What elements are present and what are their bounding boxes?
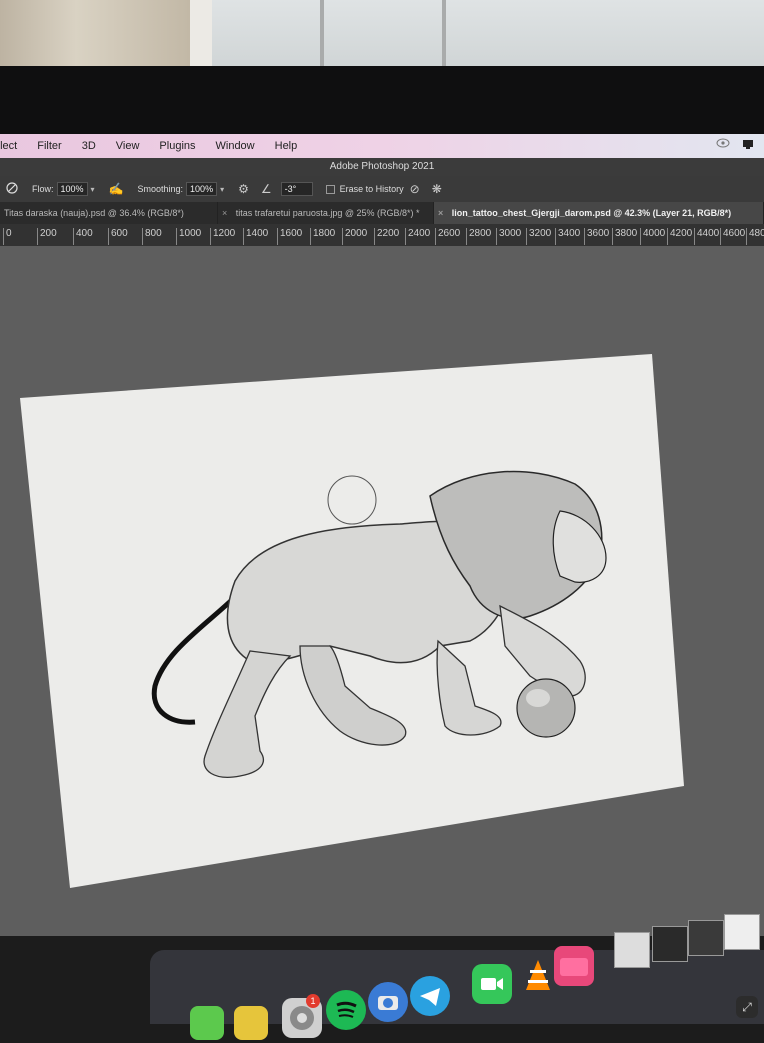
ruler-tick: 1200: [210, 228, 235, 245]
vlc-icon[interactable]: [518, 956, 558, 996]
ruler-tick: 1000: [176, 228, 201, 245]
tool-options-bar: Flow: 100% ▾ ✍ Smoothing: 100% ▾ ⚙ ∠ -3°…: [0, 176, 764, 203]
tab-label: Titas daraska (nauja).psd @ 36.4% (RGB/8…: [4, 208, 184, 218]
tab-titas-trafaretui[interactable]: × titas trafaretui paruosta.jpg @ 25% (R…: [218, 202, 434, 224]
erase-to-history-checkbox[interactable]: [325, 184, 335, 194]
menu-window[interactable]: Window: [216, 140, 255, 152]
eye-icon[interactable]: [716, 138, 730, 153]
tab-label: lion_tattoo_chest_Gjergji_darom.psd @ 42…: [451, 208, 732, 218]
brush-tool-icon[interactable]: [6, 181, 18, 197]
ruler-tick: 4600: [720, 228, 745, 245]
notes-icon[interactable]: [234, 1006, 268, 1040]
menu-filter[interactable]: Filter: [37, 140, 61, 152]
app-title-bar: Adobe Photoshop 2021: [0, 158, 764, 176]
ruler-tick: 3800: [612, 228, 637, 245]
tab-titas-daraska[interactable]: Titas daraska (nauja).psd @ 36.4% (RGB/8…: [0, 202, 218, 224]
stack-thumbnail[interactable]: [688, 920, 724, 956]
telegram-icon[interactable]: [410, 976, 450, 1016]
document-tabs: Titas daraska (nauja).psd @ 36.4% (RGB/8…: [0, 202, 764, 224]
room-background: [0, 0, 764, 72]
canvas-area[interactable]: [0, 246, 764, 936]
ruler-tick: 2000: [342, 228, 367, 245]
ruler-tick: 2600: [435, 228, 460, 245]
ruler-tick: 3200: [526, 228, 551, 245]
tab-label: titas trafaretui paruosta.jpg @ 25% (RGB…: [235, 208, 420, 218]
erase-to-history-label: Erase to History: [339, 184, 404, 194]
ruler-tick: 3000: [496, 228, 521, 245]
notification-icon[interactable]: [742, 138, 754, 153]
flow-label: Flow:: [32, 184, 54, 194]
ruler-tick: 4200: [667, 228, 692, 245]
window-mullion: [320, 0, 324, 72]
angle-icon: ∠: [260, 182, 272, 196]
facetime-icon[interactable]: [472, 964, 512, 1004]
tab-lion-tattoo[interactable]: × lion_tattoo_chest_Gjergji_darom.psd @ …: [434, 202, 764, 224]
cleanmymac-icon[interactable]: [554, 946, 594, 986]
stack-thumbnail[interactable]: [652, 926, 688, 962]
angle-input[interactable]: -3°: [280, 182, 313, 196]
smoothing-input[interactable]: 100%: [186, 182, 218, 196]
symmetry-icon[interactable]: ❋: [432, 182, 442, 196]
app-title: Adobe Photoshop 2021: [329, 161, 435, 172]
ruler-tick: 600: [108, 228, 128, 245]
stack-thumbnail[interactable]: [614, 932, 650, 968]
ruler-tick: 0: [3, 228, 12, 245]
ruler-tick: 200: [37, 228, 57, 245]
gear-icon[interactable]: ⚙: [238, 182, 249, 196]
window-frame: [190, 0, 212, 72]
chevron-down-icon[interactable]: ▾: [91, 185, 95, 194]
horizontal-ruler: 0 200 400 600 800 1000 1200 1400 1600 18…: [0, 224, 764, 247]
monitor-bezel: [0, 66, 764, 136]
ruler-tick: 480: [746, 228, 764, 245]
ruler-tick: 1600: [277, 228, 302, 245]
ruler-tick: 2200: [374, 228, 399, 245]
airbrush-icon[interactable]: ✍: [109, 182, 124, 196]
camera-icon[interactable]: [368, 982, 408, 1022]
messages-icon[interactable]: [190, 1006, 224, 1040]
menu-select[interactable]: elect: [0, 140, 17, 152]
dock: 1: [150, 914, 764, 1040]
menu-help[interactable]: Help: [275, 140, 298, 152]
ruler-tick: 800: [142, 228, 162, 245]
pressure-icon[interactable]: ⊘: [410, 182, 420, 196]
curtain: [0, 0, 190, 72]
ruler-tick: 4000: [640, 228, 665, 245]
ruler-tick: 400: [73, 228, 93, 245]
window-view: [212, 0, 764, 72]
ruler-tick: 2400: [405, 228, 430, 245]
spotify-icon[interactable]: [326, 990, 366, 1030]
ruler-tick: 1800: [310, 228, 335, 245]
ruler-tick: 1400: [243, 228, 268, 245]
stack-thumbnail[interactable]: [724, 914, 760, 950]
close-icon[interactable]: ×: [222, 208, 227, 218]
ruler-tick: 2800: [466, 228, 491, 245]
chevron-down-icon[interactable]: ▾: [220, 185, 224, 194]
menu-plugins[interactable]: Plugins: [159, 140, 195, 152]
menu-bar: elect Filter 3D View Plugins Window Help: [0, 134, 764, 158]
ruler-tick: 4400: [694, 228, 719, 245]
menu-view[interactable]: View: [116, 140, 140, 152]
ruler-tick: 3600: [584, 228, 609, 245]
window-mullion: [442, 0, 446, 72]
ruler-tick: 3400: [555, 228, 580, 245]
menu-3d[interactable]: 3D: [82, 140, 96, 152]
flow-input[interactable]: 100%: [56, 182, 88, 196]
screenshot-icon[interactable]: ⤢: [736, 996, 758, 1018]
notification-badge: 1: [306, 994, 320, 1008]
close-icon[interactable]: ×: [438, 208, 443, 218]
smoothing-label: Smoothing:: [137, 184, 184, 194]
